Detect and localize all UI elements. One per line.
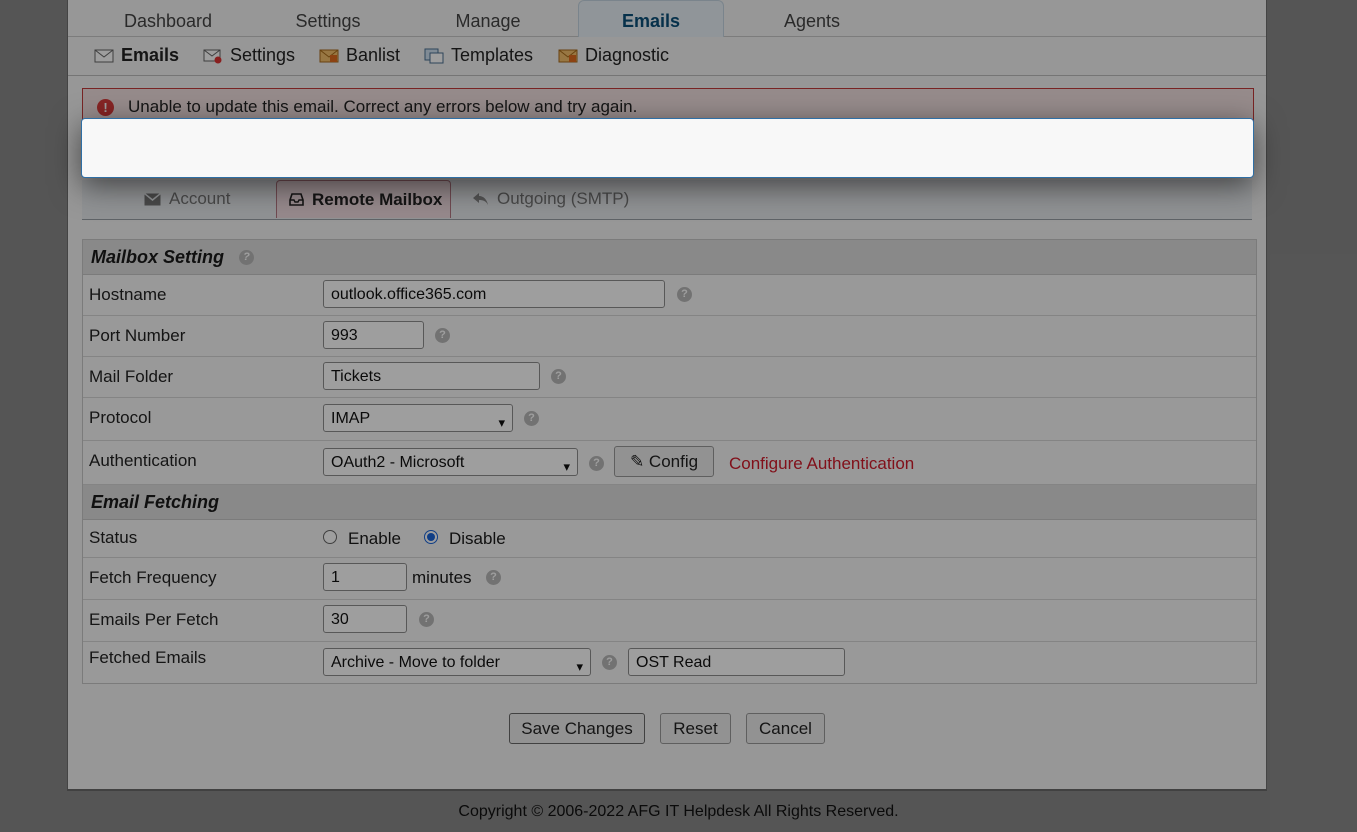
nav-tab-settings[interactable]: Settings	[268, 0, 388, 36]
tab-outgoing-smtp[interactable]: Outgoing (SMTP)	[472, 180, 629, 218]
subnav-label: Diagnostic	[585, 45, 670, 65]
envelope-icon	[94, 49, 114, 62]
authentication-select[interactable]: OAuth2 - Microsoft ▾	[323, 448, 578, 476]
row-emails-per-fetch: Emails Per Fetch 30 ?	[83, 600, 1256, 642]
envelope-icon	[144, 192, 161, 205]
status-disable-label: Disable	[449, 529, 506, 548]
subnav-label: Banlist	[346, 45, 401, 65]
cancel-button[interactable]: Cancel	[746, 713, 825, 744]
fetched-emails-value: Archive - Move to folder	[331, 654, 500, 671]
help-icon[interactable]: ?	[419, 612, 434, 627]
main-nav: Dashboard Settings Manage Emails Agents	[68, 0, 1266, 37]
chevron-down-icon: ▾	[576, 659, 583, 674]
authentication-value: OAuth2 - Microsoft	[331, 454, 465, 471]
sub-nav: Emails Settings Banlist Templates Diagno…	[68, 37, 1266, 76]
loading-popup	[81, 118, 1254, 178]
subnav-item-banlist[interactable]: Banlist	[319, 45, 400, 66]
hostname-label: Hostname	[89, 285, 167, 304]
nav-tab-dashboard[interactable]: Dashboard	[108, 0, 228, 36]
port-input[interactable]: 993	[323, 321, 424, 349]
chevron-down-icon: ▾	[563, 459, 570, 474]
status-enable-radio[interactable]	[323, 530, 337, 544]
status-enable-label: Enable	[348, 529, 401, 548]
emails-per-fetch-input[interactable]: 30	[323, 605, 407, 633]
tab-label: Account	[169, 189, 231, 208]
row-fetched-emails: Fetched Emails Archive - Move to folder …	[83, 642, 1256, 683]
row-port: Port Number 993 ?	[83, 316, 1256, 357]
help-icon[interactable]: ?	[602, 655, 617, 670]
fetched-emails-label: Fetched Emails	[89, 648, 207, 667]
error-message: Unable to update this email. Correct any…	[128, 97, 638, 116]
reply-icon	[473, 193, 488, 205]
mailbox-settings-form: Mailbox Setting ? Hostname outlook.offic…	[82, 239, 1257, 684]
envelope-gear-icon	[203, 49, 222, 63]
row-protocol: Protocol IMAP ▾ ?	[83, 398, 1256, 441]
save-changes-button[interactable]: Save Changes	[509, 713, 645, 744]
fetch-frequency-input[interactable]: 1	[323, 563, 407, 591]
nav-tab-agents[interactable]: Agents	[752, 0, 872, 36]
help-icon[interactable]: ?	[589, 456, 604, 471]
footer-divider	[67, 789, 1267, 791]
error-icon: !	[97, 99, 114, 116]
fetched-emails-select[interactable]: Archive - Move to folder ▾	[323, 648, 591, 676]
help-icon[interactable]: ?	[435, 328, 450, 343]
archive-folder-input[interactable]: OST Read	[628, 648, 845, 676]
subnav-label: Emails	[121, 45, 180, 65]
row-authentication: Authentication OAuth2 - Microsoft ▾ ? ✎ …	[83, 441, 1256, 485]
section-heading-mailbox: Mailbox Setting ?	[83, 240, 1256, 275]
status-disable-radio[interactable]	[424, 530, 438, 544]
help-icon[interactable]: ?	[551, 369, 566, 384]
row-fetch-frequency: Fetch Frequency 1 minutes ?	[83, 558, 1256, 600]
mail-folder-label: Mail Folder	[89, 367, 174, 386]
help-icon[interactable]: ?	[239, 250, 254, 265]
section-title: Email Fetching	[91, 492, 220, 512]
configure-authentication-link[interactable]: Configure Authentication	[729, 454, 914, 474]
protocol-select[interactable]: IMAP ▾	[323, 404, 513, 432]
diagnostic-icon	[558, 49, 578, 62]
help-icon[interactable]: ?	[677, 287, 692, 302]
help-icon[interactable]: ?	[524, 411, 539, 426]
subnav-item-diagnostic[interactable]: Diagnostic	[558, 45, 669, 66]
row-hostname: Hostname outlook.office365.com ?	[83, 275, 1256, 316]
tab-label: Outgoing (SMTP)	[497, 189, 630, 208]
config-button[interactable]: ✎ Config	[614, 446, 714, 477]
tab-remote-mailbox[interactable]: Remote Mailbox	[276, 180, 451, 218]
status-label: Status	[89, 528, 138, 547]
reset-button[interactable]: Reset	[660, 713, 731, 744]
tab-account[interactable]: Account	[144, 180, 230, 218]
row-mail-folder: Mail Folder Tickets ?	[83, 357, 1256, 398]
subnav-item-emails[interactable]: Emails	[94, 45, 179, 66]
authentication-label: Authentication	[89, 451, 197, 470]
protocol-label: Protocol	[89, 408, 152, 427]
fetch-frequency-label: Fetch Frequency	[89, 568, 217, 587]
mail-folder-input[interactable]: Tickets	[323, 362, 540, 390]
chevron-down-icon: ▾	[498, 415, 505, 430]
port-label: Port Number	[89, 326, 186, 345]
section-title: Mailbox Setting	[91, 247, 225, 267]
help-icon[interactable]: ?	[486, 570, 501, 585]
subnav-item-templates[interactable]: Templates	[424, 45, 533, 66]
row-status: Status Enable Disable	[83, 520, 1256, 558]
nav-tab-manage[interactable]: Manage	[428, 0, 548, 36]
subnav-label: Templates	[451, 45, 534, 65]
edit-icon: ✎	[629, 452, 645, 471]
nav-tab-emails[interactable]: Emails	[578, 0, 724, 37]
copyright-text: Copyright © 2006-2022 AFG IT Helpdesk Al…	[458, 803, 899, 820]
templates-icon	[424, 48, 444, 63]
inbox-icon	[289, 193, 304, 206]
mailbox-tabs: Account Remote Mailbox Outgoing (SMTP)	[82, 180, 1252, 220]
protocol-value: IMAP	[331, 410, 371, 427]
config-button-label: Config	[648, 452, 699, 471]
subnav-label: Settings	[230, 45, 296, 65]
subnav-item-settings[interactable]: Settings	[203, 45, 295, 66]
tab-label: Remote Mailbox	[312, 189, 443, 209]
hostname-input[interactable]: outlook.office365.com	[323, 280, 665, 308]
emails-per-fetch-label: Emails Per Fetch	[89, 610, 219, 629]
ban-envelope-icon	[319, 49, 339, 62]
section-heading-fetching: Email Fetching	[83, 485, 1256, 520]
frequency-unit: minutes	[412, 568, 472, 587]
